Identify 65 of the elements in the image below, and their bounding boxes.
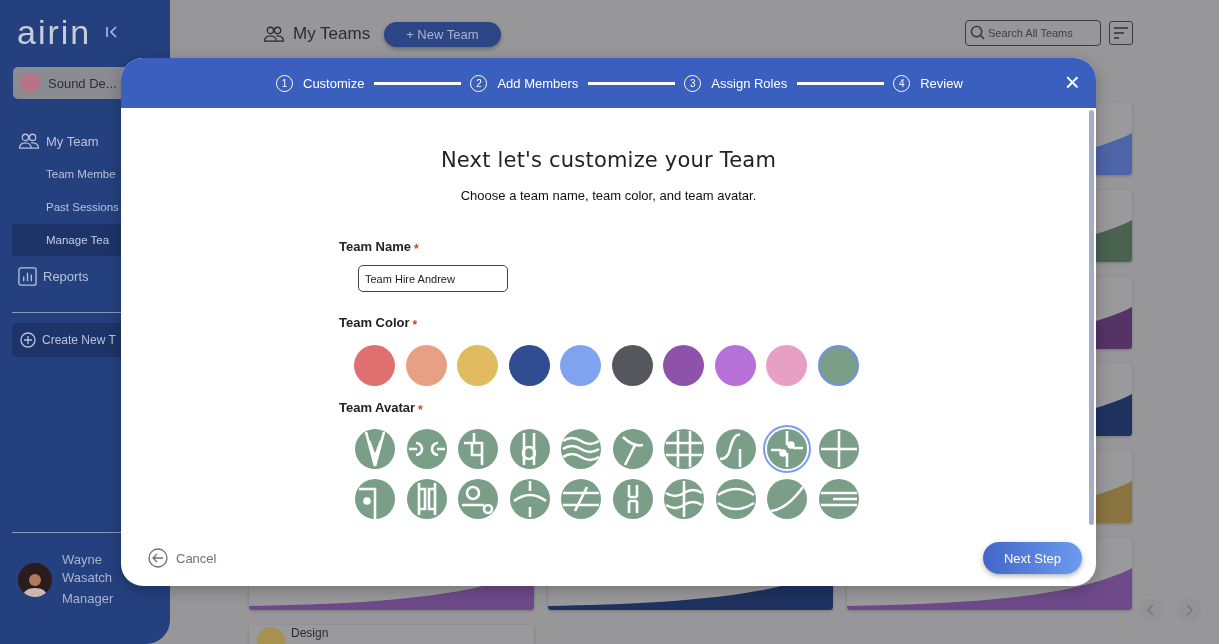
avatar-option[interactable]	[406, 429, 447, 469]
avatar-option[interactable]	[767, 479, 807, 519]
team-logo-icon	[20, 73, 40, 93]
user-role: Manager	[62, 590, 114, 608]
step-label[interactable]: Customize	[303, 75, 365, 91]
team-name-field[interactable]: Team Hire Andrew	[358, 265, 508, 292]
avatar-option[interactable]	[715, 479, 756, 519]
next-step-button[interactable]: Next Step	[982, 542, 1082, 574]
modal-subtitle: Choose a team name, team color, and team avatar.	[459, 188, 758, 203]
modal-title: Next let's customize your Team	[439, 148, 778, 172]
avatar-option[interactable]	[355, 429, 395, 469]
avatar-option[interactable]	[509, 429, 550, 469]
avatar-option[interactable]	[561, 429, 601, 469]
page-title: My Teams	[293, 24, 371, 44]
color-option[interactable]	[508, 345, 550, 386]
avatar-option[interactable]	[458, 429, 498, 469]
team-card[interactable]: Design	[249, 625, 534, 644]
team-icon	[263, 25, 285, 43]
required-mark: *	[412, 318, 418, 332]
nav-item[interactable]: My Team	[0, 125, 170, 157]
color-option[interactable]	[714, 345, 756, 386]
avatar-option[interactable]	[458, 479, 498, 519]
close-button[interactable]: ×	[1064, 71, 1080, 93]
sort-icon[interactable]	[1109, 21, 1133, 45]
avatar-option[interactable]	[664, 429, 704, 469]
step-label[interactable]: Add Members	[497, 75, 579, 91]
required-mark: *	[414, 242, 419, 256]
new-team-button[interactable]: + New Team	[384, 21, 501, 47]
team-icon	[18, 132, 40, 150]
avatar-option[interactable]	[715, 429, 756, 469]
color-option[interactable]	[560, 345, 601, 386]
user-avatar	[18, 562, 52, 597]
cancel-button[interactable]: Cancel	[148, 548, 217, 568]
avatar-option[interactable]	[612, 429, 653, 469]
avatar-option[interactable]	[406, 479, 447, 519]
field-label: Team Name	[339, 239, 411, 256]
search-icon	[970, 25, 985, 40]
color-option[interactable]	[766, 345, 807, 386]
color-option[interactable]	[457, 345, 498, 386]
scrollbar[interactable]	[1089, 110, 1094, 525]
search-field[interactable]: Search All Teams	[965, 20, 1101, 46]
color-option[interactable]	[611, 345, 653, 386]
logo: airin	[17, 15, 92, 49]
step-label[interactable]: Review	[920, 75, 963, 91]
avatar-option[interactable]	[561, 479, 601, 519]
avatar-option[interactable]	[355, 479, 395, 519]
color-option[interactable]	[354, 345, 395, 386]
team-name: Design	[291, 627, 329, 640]
plus-icon	[20, 332, 36, 348]
color-option[interactable]	[663, 345, 704, 386]
user-name: Wayne Wasatch	[62, 551, 114, 587]
collapse-icon[interactable]	[105, 25, 120, 39]
nav-item[interactable]: Reports	[0, 260, 170, 292]
required-mark: *	[418, 403, 423, 417]
field-label: Team Color	[339, 315, 410, 332]
step-label[interactable]: Assign Roles	[711, 75, 788, 91]
avatar-option[interactable]	[664, 479, 704, 519]
color-option[interactable]	[817, 345, 859, 386]
avatar-option[interactable]	[818, 429, 859, 469]
color-option[interactable]	[405, 345, 447, 386]
bar-chart-icon	[18, 266, 37, 286]
avatar-option[interactable]	[818, 479, 859, 519]
avatar-option[interactable]	[612, 479, 653, 519]
avatar-option[interactable]	[509, 479, 550, 519]
field-label: Team Avatar	[339, 400, 416, 417]
